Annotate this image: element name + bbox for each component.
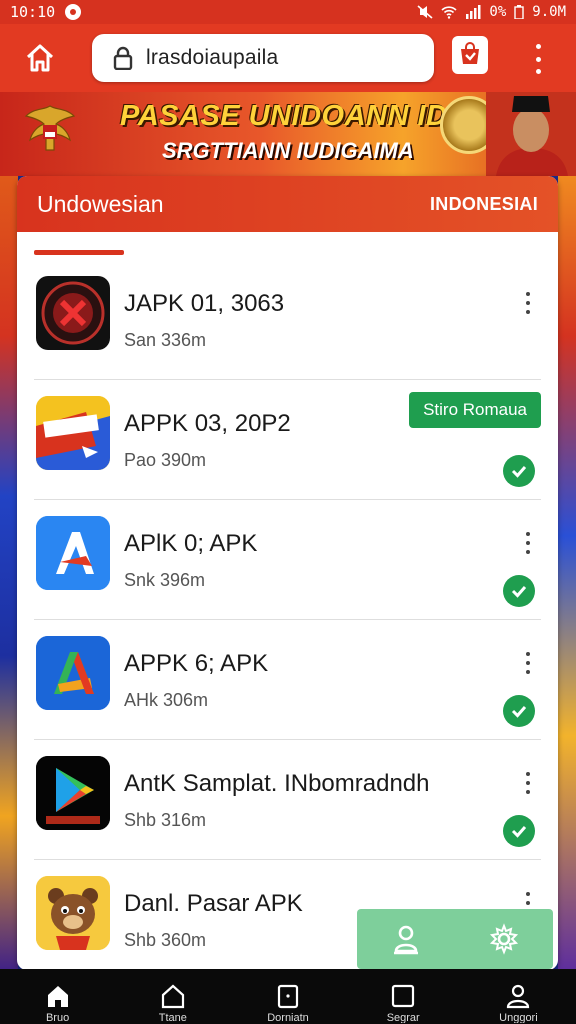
square-icon: [392, 984, 415, 1008]
nav-item-dorniatn[interactable]: Dorniatn: [230, 969, 345, 1024]
app-name: JAPK 01, 3063: [124, 290, 285, 317]
person-icon: [507, 984, 530, 1009]
store-icon: [461, 42, 479, 64]
card-header-title[interactable]: Undowesian: [37, 191, 164, 218]
more-options-icon[interactable]: [523, 772, 533, 794]
browser-toolbar: lrasdoiaupaila: [0, 24, 576, 92]
app-size: Pao 390m: [124, 450, 207, 470]
list-item[interactable]: APPK 6; APK AHk 306m: [34, 620, 541, 740]
app-name: AntK Samplat. INbomradndh: [124, 770, 430, 797]
list-item[interactable]: JAPK 01, 3063 San 336m: [34, 260, 541, 380]
app-name: APPK 03, 20P2: [124, 410, 291, 437]
banner-subtitle: SRGTTIANN IUDIGAIMA: [162, 138, 414, 163]
nav-item-unggori[interactable]: Unggori: [461, 969, 576, 1024]
app-size: Shb 316m: [124, 810, 207, 830]
appstore-gradient-icon: [36, 636, 110, 710]
home-icon: [47, 986, 68, 1007]
status-time: 10:10: [10, 3, 56, 21]
status-right-text: 9.0M: [532, 4, 566, 20]
account-fab[interactable]: [388, 921, 424, 957]
extension-button[interactable]: [452, 36, 488, 74]
appstore-blue-icon: [36, 516, 110, 590]
person-photo: [486, 92, 576, 176]
settings-fab[interactable]: [486, 921, 522, 957]
browser-menu-icon[interactable]: [530, 44, 546, 74]
installed-check-icon: [503, 455, 535, 487]
user-download-icon: [394, 925, 418, 955]
status-badge[interactable]: Stiro Romaua: [409, 392, 541, 428]
app-list: JAPK 01, 3063 San 336m APPK 03, 20P2 Pao…: [17, 260, 558, 970]
installed-check-icon: [503, 695, 535, 727]
more-options-icon[interactable]: [523, 532, 533, 554]
installed-check-icon: [503, 815, 535, 847]
status-bar: 10:10 0% 9.0M: [0, 0, 576, 24]
signal-icon: [466, 5, 481, 19]
app-list-card: Undowesian INDONESIAI JAPK 01, 3063 San …: [17, 176, 558, 970]
card-header: Undowesian INDONESIAI: [17, 176, 558, 232]
nav-label: Dorniatn: [267, 1013, 309, 1023]
decor-left: [0, 176, 18, 976]
mute-icon: [417, 5, 433, 19]
floating-action-panel: [357, 909, 553, 969]
app-name: Danl. Pasar APK: [124, 890, 303, 917]
app-size: San 336m: [124, 330, 207, 350]
list-item[interactable]: APPK 03, 20P2 Pao 390m Stiro Romaua: [34, 380, 541, 500]
notification-icon: [65, 4, 82, 20]
battery-text: 0%: [489, 4, 507, 20]
gear-icon: [489, 923, 519, 955]
list-item[interactable]: AntK Samplat. INbomradndh Shb 316m: [34, 740, 541, 860]
home-outline-icon: [161, 984, 184, 1009]
nav-item-segrar[interactable]: Segrar: [346, 969, 461, 1024]
lock-icon: [113, 46, 133, 70]
bottom-navigation: Bruo Ttane Dorniatn Segrar Unggori: [0, 969, 576, 1024]
decor-right: [558, 176, 576, 976]
home-icon[interactable]: [24, 42, 56, 74]
wifi-icon: [441, 6, 457, 19]
app-size: Shb 360m: [124, 930, 207, 950]
tab-indicator: [34, 250, 124, 255]
url-text: lrasdoiaupaila: [146, 46, 279, 69]
list-item[interactable]: APlK 0; APK Snk 396m: [34, 500, 541, 620]
nav-item-ttane[interactable]: Ttane: [115, 969, 230, 1024]
nav-label: Ttane: [158, 1013, 187, 1023]
card-header-region[interactable]: INDONESIAI: [430, 194, 538, 215]
more-options-icon[interactable]: [523, 652, 533, 674]
nav-label: Segrar: [386, 1013, 420, 1023]
play-store-icon: [36, 756, 110, 830]
tablet-icon: [277, 984, 299, 1009]
nav-label: Unggori: [499, 1013, 538, 1023]
app-size: Snk 396m: [124, 570, 206, 590]
status-right: 0% 9.0M: [417, 4, 566, 20]
garuda-emblem-icon: [24, 105, 76, 151]
pasar-icon: [36, 396, 110, 470]
more-options-icon[interactable]: [523, 292, 533, 314]
url-bar[interactable]: lrasdoiaupaila: [92, 34, 434, 82]
game-icon: [36, 276, 110, 350]
app-name: APlK 0; APK: [124, 530, 258, 557]
bear-mascot-icon: [36, 876, 110, 950]
hero-banner[interactable]: PASASE UNIDOANN IDONEH SRGTTIANN IUDIGAI…: [0, 92, 576, 176]
app-name: APPK 6; APK: [124, 650, 269, 677]
installed-check-icon: [503, 575, 535, 607]
nav-label: Bruo: [45, 1013, 70, 1023]
nav-item-home[interactable]: Bruo: [0, 969, 115, 1024]
app-size: AHk 306m: [124, 690, 209, 710]
battery-icon: [514, 5, 524, 19]
